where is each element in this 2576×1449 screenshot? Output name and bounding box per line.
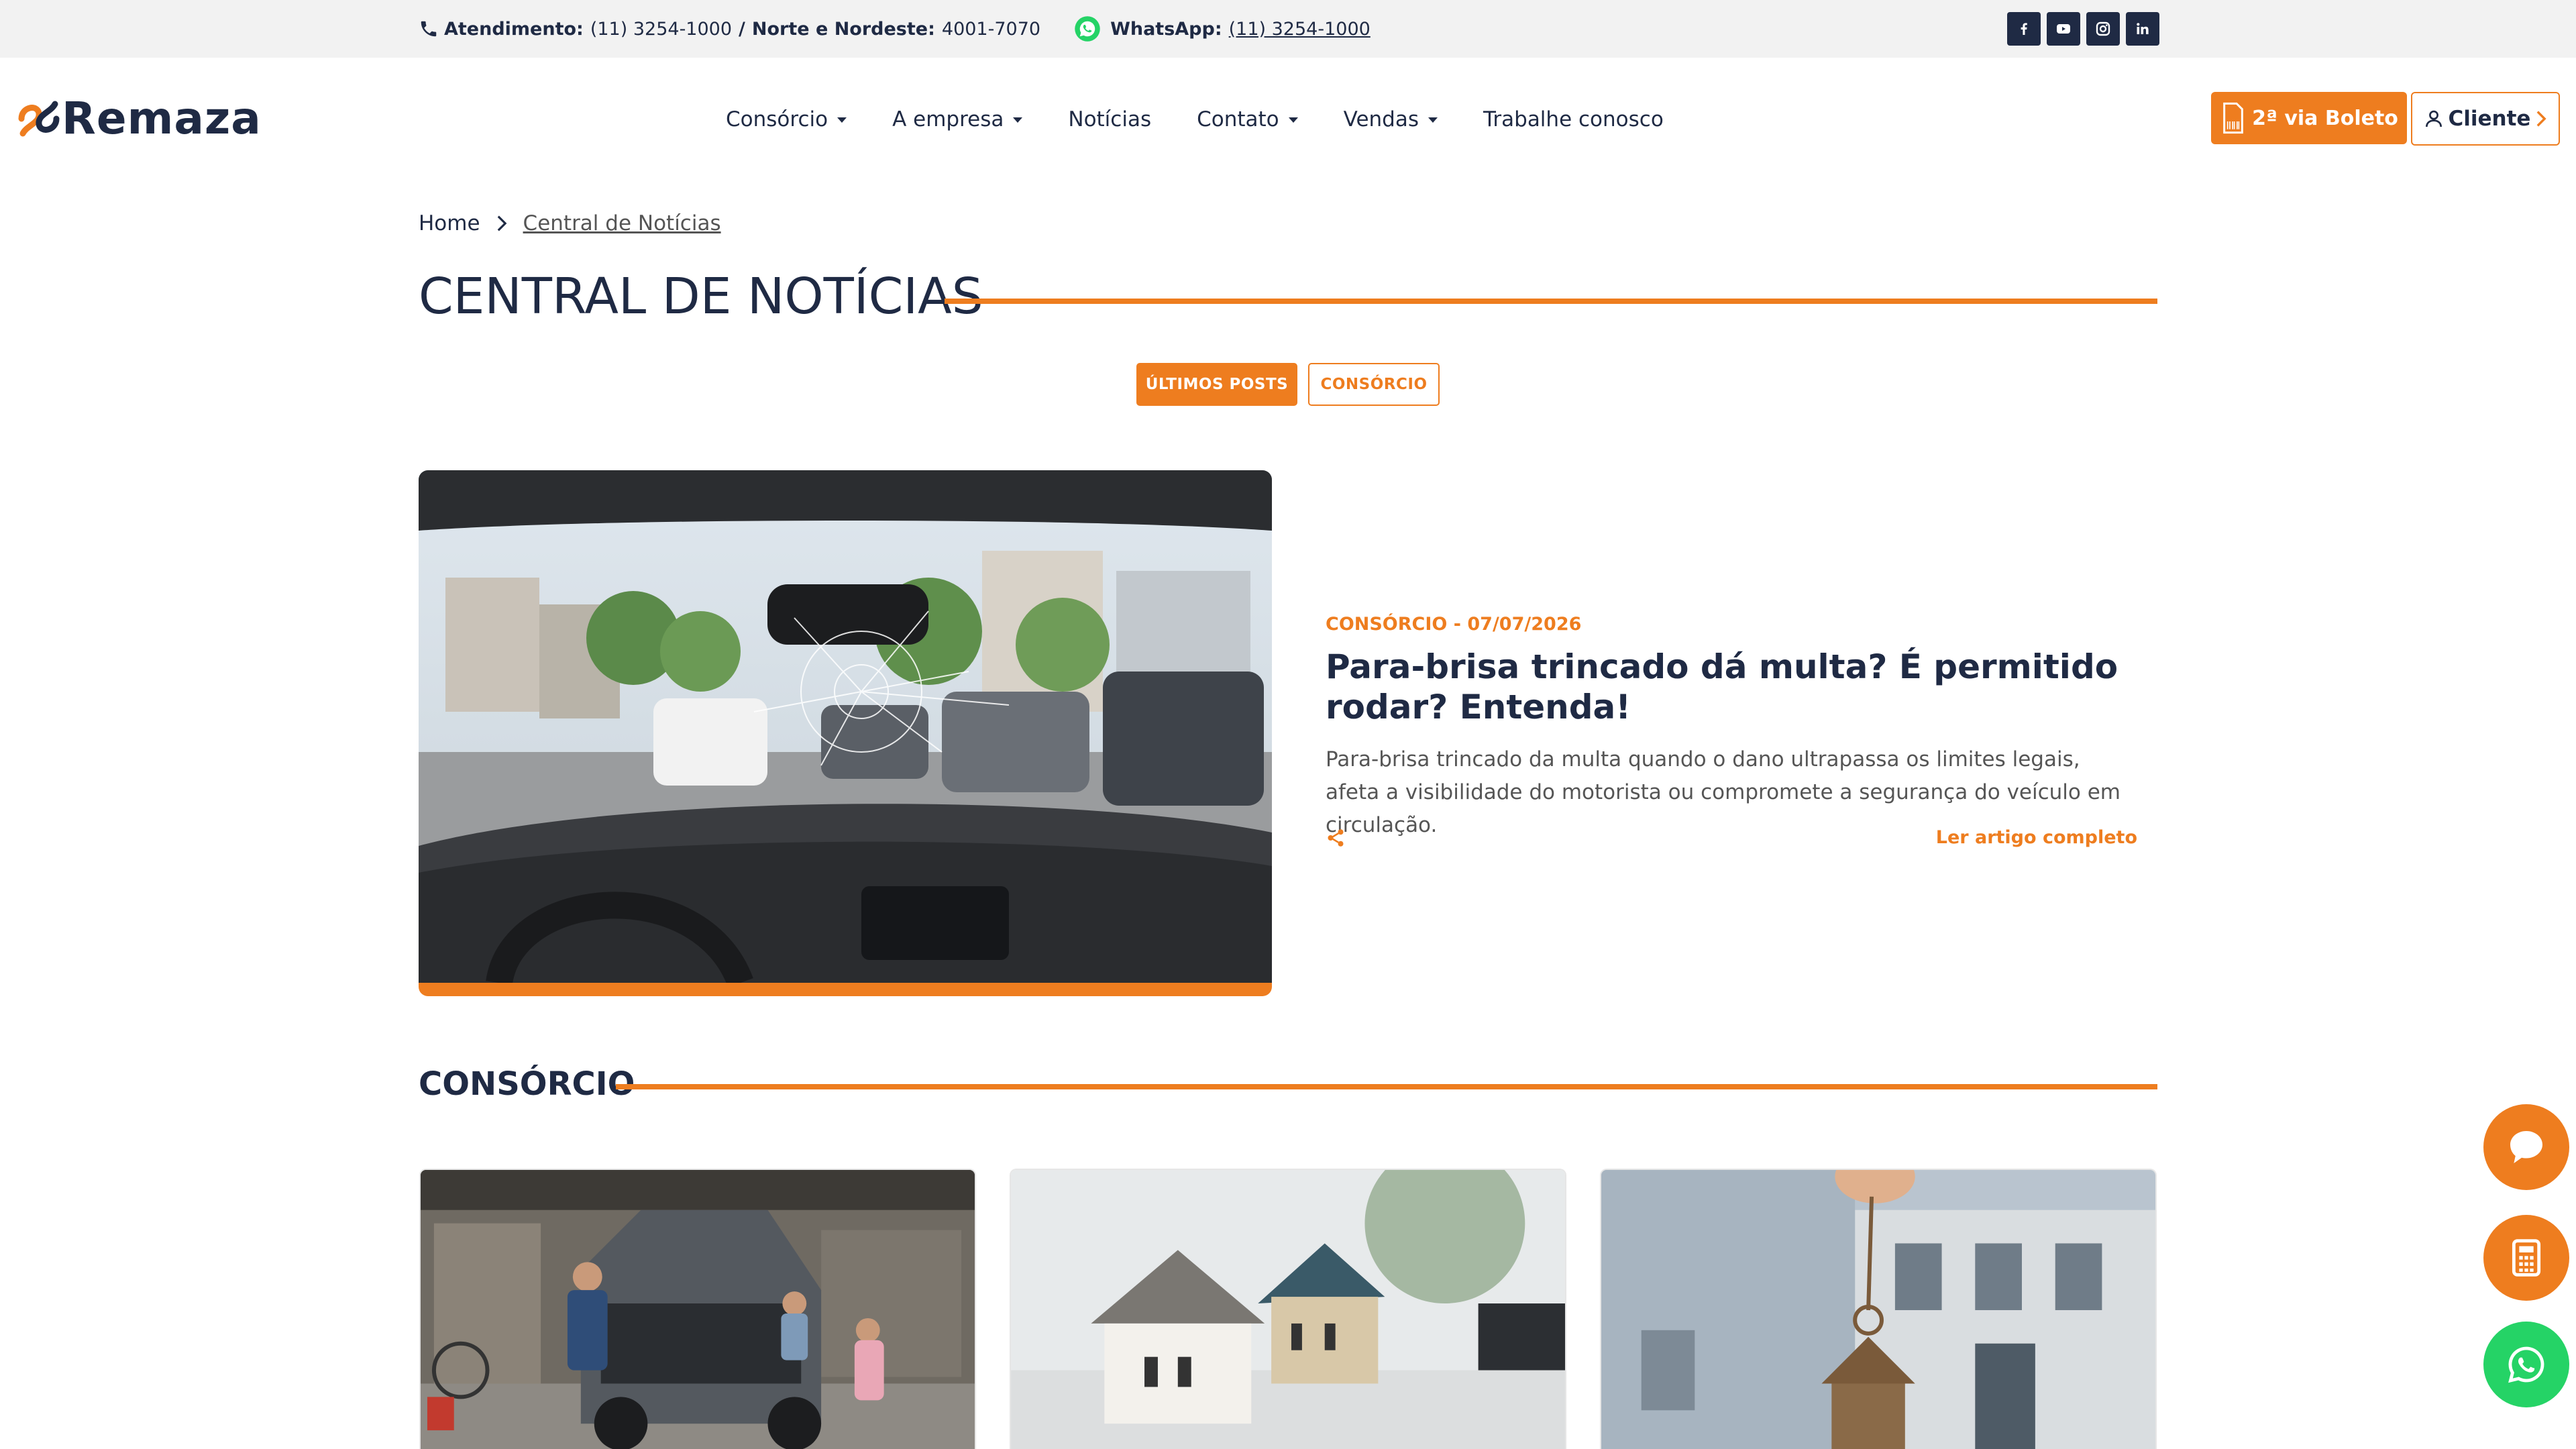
user-icon — [2425, 110, 2442, 127]
nav-label: Consórcio — [726, 107, 828, 131]
breadcrumb: Home Central de Notícias — [419, 211, 721, 235]
nav-vendas[interactable]: Vendas — [1344, 107, 1438, 131]
post-title[interactable]: Para-brisa trincado dá multa? É permitid… — [1326, 647, 2140, 727]
breadcrumb-current[interactable]: Central de Notícias — [523, 211, 721, 235]
phone-icon — [421, 21, 437, 37]
atendimento-phone[interactable]: (11) 3254-1000 — [590, 19, 732, 40]
nordeste-phone[interactable]: 4001-7070 — [942, 19, 1040, 40]
linkedin-icon — [2137, 23, 2149, 34]
nav-consorcio[interactable]: Consórcio — [726, 107, 847, 131]
top-bar: Atendimento: (11) 3254-1000 / Norte e No… — [0, 0, 2576, 58]
section-title: CONSÓRCIO — [419, 1065, 635, 1103]
featured-post-image[interactable] — [419, 470, 1272, 996]
page-title: CENTRAL DE NOTÍCIAS — [419, 268, 983, 325]
chevron-right-icon — [497, 215, 506, 231]
post-actions: Ler artigo completo — [1326, 824, 2137, 853]
chevron-right-icon — [2537, 111, 2547, 127]
filter-ultimos-posts[interactable]: ÚLTIMOS POSTS — [1136, 363, 1297, 406]
nav-a-empresa[interactable]: A empresa — [892, 107, 1023, 131]
whatsapp-icon — [1075, 16, 1100, 42]
post-card-houses[interactable] — [1010, 1169, 1566, 1449]
share-icon[interactable] — [1326, 827, 1346, 849]
nav-noticias[interactable]: Notícias — [1068, 107, 1151, 131]
whatsapp-button[interactable] — [2483, 1322, 2569, 1407]
filter-consorcio[interactable]: CONSÓRCIO — [1308, 363, 1440, 406]
read-more-link[interactable]: Ler artigo completo — [1936, 827, 2137, 848]
nav-label: Notícias — [1068, 107, 1152, 131]
nav-label: Contato — [1197, 107, 1279, 131]
caret-down-icon — [837, 117, 847, 123]
youtube-link[interactable] — [2047, 12, 2080, 46]
house-key-image — [1601, 1170, 2155, 1449]
post-meta: CONSÓRCIO - 07/07/2026 — [1326, 614, 1582, 635]
breadcrumb-home[interactable]: Home — [419, 211, 480, 235]
post-filters: ÚLTIMOS POSTS CONSÓRCIO — [1136, 363, 1440, 406]
nav-label: Vendas — [1343, 107, 1419, 131]
linkedin-link[interactable] — [2126, 12, 2159, 46]
social-links — [2007, 12, 2159, 46]
whatsapp-label: WhatsApp: — [1110, 18, 1222, 40]
facebook-link[interactable] — [2007, 12, 2041, 46]
section-divider — [616, 1084, 2157, 1089]
cracked-windshield-image — [419, 470, 1272, 983]
nav-label: Trabalhe conosco — [1483, 107, 1664, 131]
title-divider — [945, 299, 2157, 304]
house-models-image — [1011, 1170, 1565, 1449]
main-nav: Consórcio A empresa Notícias Contato Ven… — [726, 101, 1709, 138]
whatsapp-phone-link[interactable]: (11) 3254-1000 — [1229, 19, 1371, 40]
youtube-icon — [2057, 24, 2070, 34]
nav-contato[interactable]: Contato — [1197, 107, 1298, 131]
facebook-icon — [2021, 23, 2027, 35]
instagram-icon — [2096, 21, 2110, 36]
logo-text: Remaza — [62, 93, 262, 144]
caret-down-icon — [1013, 117, 1023, 123]
family-car-garage-image — [421, 1170, 975, 1449]
boleto-document-icon — [2223, 102, 2243, 134]
featured-post-text: CONSÓRCIO - 07/07/2026 Para-brisa trinca… — [1326, 614, 2140, 842]
contact-info: Atendimento: (11) 3254-1000 / Norte e No… — [419, 15, 1371, 43]
nav-label: A empresa — [892, 107, 1004, 131]
boleto-label: 2ª via Boleto — [2252, 106, 2398, 130]
post-card-house-key[interactable] — [1600, 1169, 2157, 1449]
cliente-label: Cliente — [2448, 107, 2531, 131]
chat-icon — [2510, 1131, 2542, 1163]
nordeste-label: Norte e Nordeste: — [751, 18, 935, 40]
remaza-logo[interactable]: Remaza — [17, 95, 262, 142]
atendimento-label: Atendimento: — [444, 18, 584, 40]
instagram-link[interactable] — [2086, 12, 2120, 46]
logo-mark-icon — [18, 101, 60, 137]
calculator-icon — [2512, 1239, 2541, 1277]
post-card-family-car[interactable] — [419, 1169, 976, 1449]
caret-down-icon — [1428, 117, 1438, 123]
chat-button[interactable] — [2483, 1104, 2569, 1190]
nav-trabalhe-conosco[interactable]: Trabalhe conosco — [1483, 107, 1664, 131]
cliente-button[interactable]: Cliente — [2411, 92, 2560, 146]
contact-separator: / — [739, 18, 745, 40]
boleto-button[interactable]: 2ª via Boleto — [2211, 92, 2407, 144]
caret-down-icon — [1288, 117, 1298, 123]
whatsapp-icon — [2508, 1346, 2544, 1383]
calculator-button[interactable] — [2483, 1215, 2569, 1301]
